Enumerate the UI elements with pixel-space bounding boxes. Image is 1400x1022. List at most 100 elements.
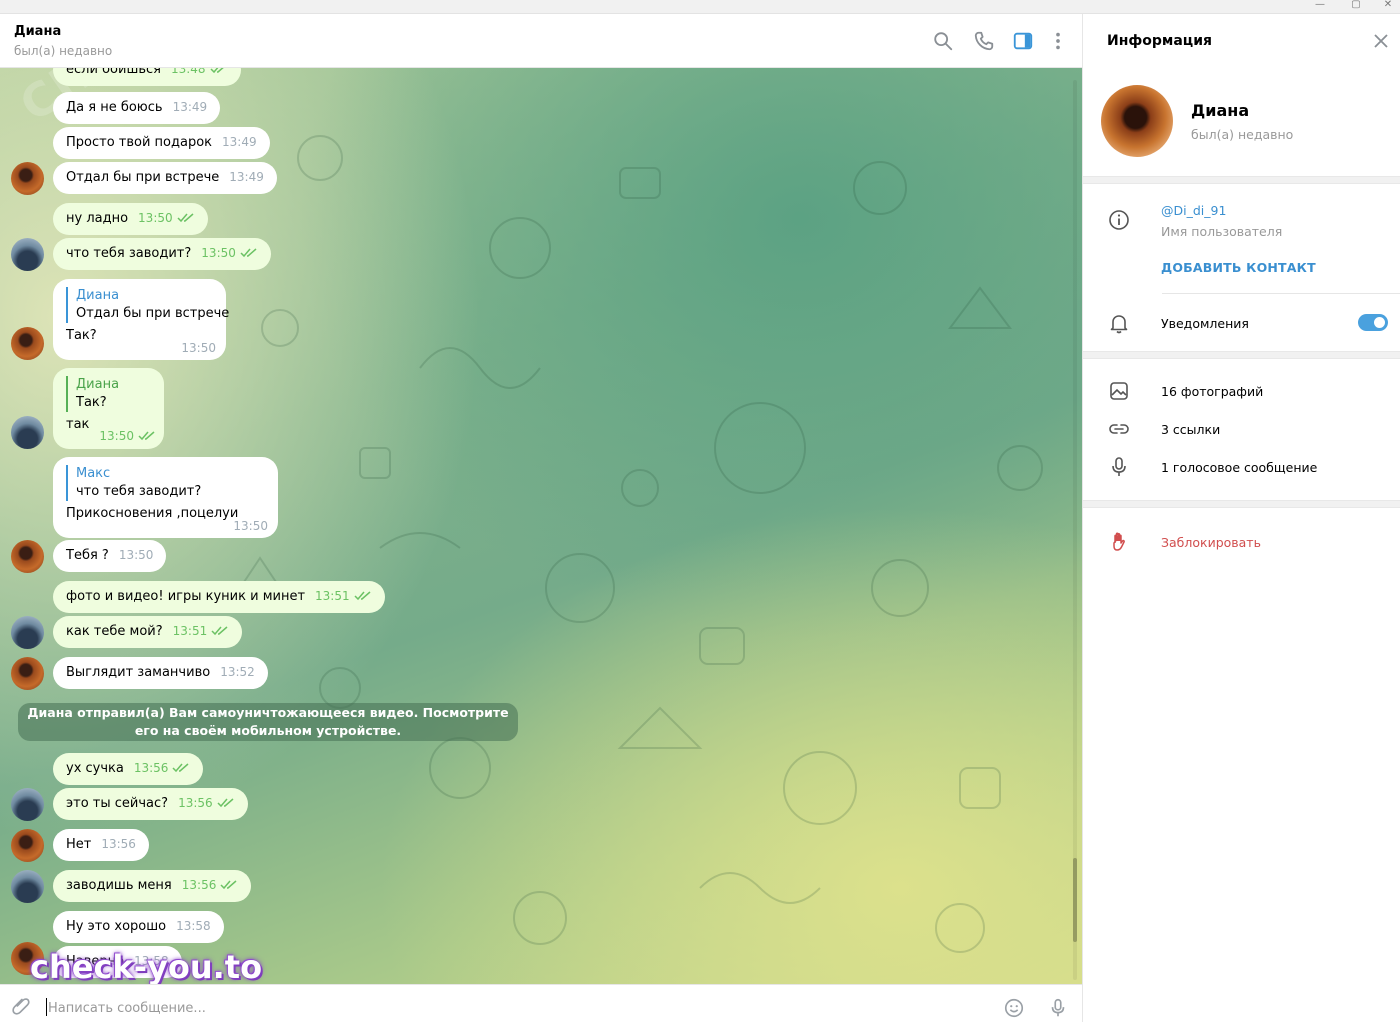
block-hand-icon xyxy=(1113,532,1125,551)
message-bubble[interactable]: ух сучка 13:56 xyxy=(53,753,204,785)
chat-header-cover: Диана был(а) недавно xyxy=(0,14,1082,68)
avatar[interactable] xyxy=(11,238,44,271)
chat-scrollbar-track[interactable] xyxy=(1073,80,1077,980)
info-panel: Информация Диана был(а) недавно @Di_di_9… xyxy=(1082,14,1400,1022)
message-text: так xyxy=(66,417,90,432)
chat-scrollbar-thumb[interactable] xyxy=(1073,858,1077,942)
reply-message-bubble[interactable]: Макс что тебя заводит? Прикосновения ,по… xyxy=(53,457,278,538)
avatar[interactable] xyxy=(11,616,44,649)
minimize-icon[interactable]: — xyxy=(1306,0,1334,14)
message-bubble[interactable]: Ну это хорошо 13:58 xyxy=(53,911,224,943)
message-text: как тебе мой? xyxy=(66,624,163,639)
message-time: 13:49 xyxy=(222,135,257,149)
close-window-icon[interactable]: ✕ xyxy=(1374,0,1400,14)
read-ticks-icon xyxy=(138,431,155,441)
message-bubble[interactable]: Да я не боюсь 13:49 xyxy=(53,92,221,124)
avatar[interactable] xyxy=(11,657,44,690)
message-text: Отдал бы при встрече xyxy=(66,170,220,185)
message-bubble[interactable]: что тебя заводит? 13:50 xyxy=(53,238,271,270)
message-text: Нет xyxy=(66,837,92,852)
profile-avatar[interactable] xyxy=(1101,85,1173,157)
message-time: 13:52 xyxy=(220,665,255,679)
message-time: 13:49 xyxy=(229,170,264,184)
read-ticks-icon xyxy=(220,880,237,890)
profile-status: был(а) недавно xyxy=(1191,127,1294,142)
message-bubble[interactable]: Нет 13:56 xyxy=(53,829,149,861)
search-icon[interactable] xyxy=(932,30,954,52)
section-divider xyxy=(1083,176,1400,184)
message-bubble[interactable]: Тебя ? 13:50 xyxy=(53,540,167,572)
maximize-icon[interactable]: ▢ xyxy=(1342,0,1370,14)
more-vert-icon[interactable] xyxy=(1047,30,1069,52)
mic-icon xyxy=(1112,457,1126,476)
photo-icon xyxy=(1110,382,1128,400)
reply-author: Диана xyxy=(76,288,120,303)
reply-quote[interactable]: Макс что тебя заводит? xyxy=(66,465,265,501)
message-bubble[interactable]: Выглядит заманчиво 13:52 xyxy=(53,657,268,689)
message-text: фото и видео! игры куник и минет xyxy=(66,589,306,604)
read-ticks-icon xyxy=(172,763,189,773)
read-ticks-icon xyxy=(211,626,228,636)
message-text: Просто твой подарок xyxy=(66,135,213,150)
message-text: заводишь меня xyxy=(66,878,172,893)
toggle-knob xyxy=(1372,315,1387,330)
reply-text: Отдал бы при встрече xyxy=(76,306,230,321)
reply-text: Так? xyxy=(76,395,107,410)
message-time: 13:56 xyxy=(101,837,136,851)
row-divider xyxy=(1162,293,1400,294)
read-ticks-icon xyxy=(240,248,257,258)
avatar[interactable] xyxy=(11,788,44,821)
message-bubble[interactable]: Просто твой подарок 13:49 xyxy=(53,127,270,159)
read-ticks-icon xyxy=(177,213,194,223)
message-bubble[interactable]: фото и видео! игры куник и минет 13:51 xyxy=(53,581,385,613)
avatar[interactable] xyxy=(11,162,44,195)
emoji-icon[interactable] xyxy=(1003,997,1025,1019)
section-divider xyxy=(1083,500,1400,508)
reply-message-bubble[interactable]: Диана Так? так 13:50 xyxy=(53,368,164,449)
sidebar-toggle-icon[interactable] xyxy=(1012,30,1034,52)
chat-title[interactable]: Диана xyxy=(14,24,61,39)
message-time: 13:50 xyxy=(99,429,134,443)
message-time: 13:50 xyxy=(201,246,236,260)
add-contact-button[interactable]: ДОБАВИТЬ КОНТАКТ xyxy=(1161,260,1316,275)
chat-status: был(а) недавно xyxy=(14,44,113,58)
message-text: это ты сейчас? xyxy=(66,796,169,811)
voice-count[interactable]: 1 голосовое сообщение xyxy=(1161,460,1317,475)
attach-icon[interactable] xyxy=(10,994,32,1016)
avatar[interactable] xyxy=(11,416,44,449)
avatar[interactable] xyxy=(11,540,44,573)
message-time: 13:50 xyxy=(181,341,216,355)
message-text: Да я не боюсь xyxy=(66,100,163,115)
reply-text: что тебя заводит? xyxy=(76,484,202,499)
link-icon xyxy=(1109,424,1129,434)
notifications-toggle[interactable] xyxy=(1358,314,1388,331)
reply-message-bubble[interactable]: Диана Отдал бы при встрече Так? 13:50 xyxy=(53,279,230,360)
links-count[interactable]: 3 ссылки xyxy=(1161,422,1220,437)
message-bubble[interactable]: это ты сейчас? 13:56 xyxy=(53,788,248,820)
reply-quote[interactable]: Диана Отдал бы при встрече xyxy=(66,287,230,323)
message-bubble[interactable]: Отдал бы при встрече 13:49 xyxy=(53,162,277,194)
message-time: 13:50 xyxy=(233,519,268,533)
photos-count[interactable]: 16 фотографий xyxy=(1161,384,1263,399)
avatar[interactable] xyxy=(11,327,44,360)
text-cursor xyxy=(46,998,47,1016)
message-bubble[interactable]: заводишь меня 13:56 xyxy=(53,870,252,902)
block-user-button[interactable]: Заблокировать xyxy=(1161,535,1261,550)
avatar[interactable] xyxy=(11,829,44,862)
notifications-label: Уведомления xyxy=(1161,316,1249,331)
read-ticks-icon xyxy=(217,798,234,808)
watermark: check-you.to xyxy=(30,948,263,986)
message-text: ну ладно xyxy=(66,211,129,226)
reply-quote[interactable]: Диана Так? xyxy=(66,376,151,412)
message-bubble[interactable]: ну ладно 13:50 xyxy=(53,203,208,235)
bell-icon xyxy=(1110,315,1128,334)
message-bubble[interactable]: как тебе мой? 13:51 xyxy=(53,616,243,648)
close-icon[interactable] xyxy=(1372,32,1390,50)
phone-icon[interactable] xyxy=(973,30,995,52)
username-value[interactable]: @Di_di_91 xyxy=(1161,203,1226,218)
message-text: Тебя ? xyxy=(66,548,109,563)
mic-icon[interactable] xyxy=(1047,997,1069,1019)
message-time: 13:56 xyxy=(181,878,217,892)
avatar[interactable] xyxy=(11,870,44,903)
message-input[interactable]: Написать сообщение... xyxy=(48,1001,206,1016)
